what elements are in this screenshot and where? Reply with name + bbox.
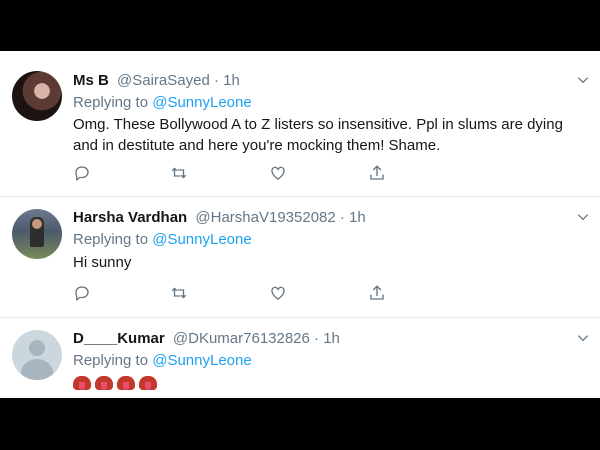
mention-link[interactable]: @SunnyLeone xyxy=(152,94,251,111)
tweet-actions xyxy=(73,164,393,184)
user-handle[interactable]: @SairaSayed xyxy=(117,72,210,89)
heart-icon xyxy=(271,166,285,180)
share-icon xyxy=(370,165,384,180)
chevron-down-icon[interactable] xyxy=(576,73,590,87)
retweet-button[interactable] xyxy=(170,164,190,184)
timestamp[interactable]: · 1h xyxy=(214,72,240,89)
like-button[interactable] xyxy=(269,284,289,304)
tongue-emoji xyxy=(139,376,157,390)
avatar[interactable] xyxy=(12,71,62,121)
tweet[interactable]: Harsha Vardhan @HarshaV19352082 · 1h Rep… xyxy=(0,197,600,318)
reply-icon xyxy=(75,166,89,182)
chevron-down-icon[interactable] xyxy=(576,210,590,224)
avatar[interactable] xyxy=(12,209,62,259)
chevron-down-icon[interactable] xyxy=(576,331,590,345)
user-name[interactable]: Harsha Vardhan xyxy=(73,209,187,226)
user-name[interactable]: Ms B xyxy=(73,72,109,89)
share-button[interactable] xyxy=(368,164,388,184)
tongue-emoji xyxy=(95,376,113,390)
reply-icon xyxy=(75,286,89,302)
replying-to: Replying to @SunnyLeone xyxy=(73,352,252,369)
tongue-emoji xyxy=(117,376,135,390)
avatar[interactable] xyxy=(12,330,62,380)
share-icon xyxy=(370,285,384,300)
timestamp[interactable]: · 1h xyxy=(314,330,340,347)
tweet[interactable]: Ms B @SairaSayed · 1h Replying to @Sunny… xyxy=(0,51,600,197)
tweet-text: Hi sunny xyxy=(73,254,132,271)
user-handle[interactable]: @DKumar76132826 xyxy=(173,330,310,347)
replying-to: Replying to @SunnyLeone xyxy=(73,94,252,111)
reply-button[interactable] xyxy=(73,164,93,184)
tongue-emoji xyxy=(73,376,91,390)
share-button[interactable] xyxy=(368,284,388,304)
tweet-header: Ms B @SairaSayed · 1h xyxy=(73,72,240,89)
mention-link[interactable]: @SunnyLeone xyxy=(152,352,251,369)
tweet-text xyxy=(73,373,590,394)
tweet[interactable]: D____Kumar @DKumar76132826 · 1h Replying… xyxy=(0,318,600,398)
retweet-button[interactable] xyxy=(170,284,190,304)
tweet-text: Omg. These Bollywood A to Z listers so i… xyxy=(73,116,563,154)
heart-icon xyxy=(271,286,285,300)
tweet-replies-panel: Ms B @SairaSayed · 1h Replying to @Sunny… xyxy=(0,51,600,398)
timestamp[interactable]: · 1h xyxy=(340,209,366,226)
tweet-header: D____Kumar @DKumar76132826 · 1h xyxy=(73,330,340,347)
user-name[interactable]: D____Kumar xyxy=(73,330,165,347)
tweet-header: Harsha Vardhan @HarshaV19352082 · 1h xyxy=(73,209,366,226)
retweet-icon xyxy=(171,287,187,299)
retweet-icon xyxy=(171,167,187,179)
tweet-actions xyxy=(73,284,393,304)
like-button[interactable] xyxy=(269,164,289,184)
mention-link[interactable]: @SunnyLeone xyxy=(152,231,251,248)
replying-to: Replying to @SunnyLeone xyxy=(73,231,252,248)
user-handle[interactable]: @HarshaV19352082 xyxy=(195,209,335,226)
reply-button[interactable] xyxy=(73,284,93,304)
